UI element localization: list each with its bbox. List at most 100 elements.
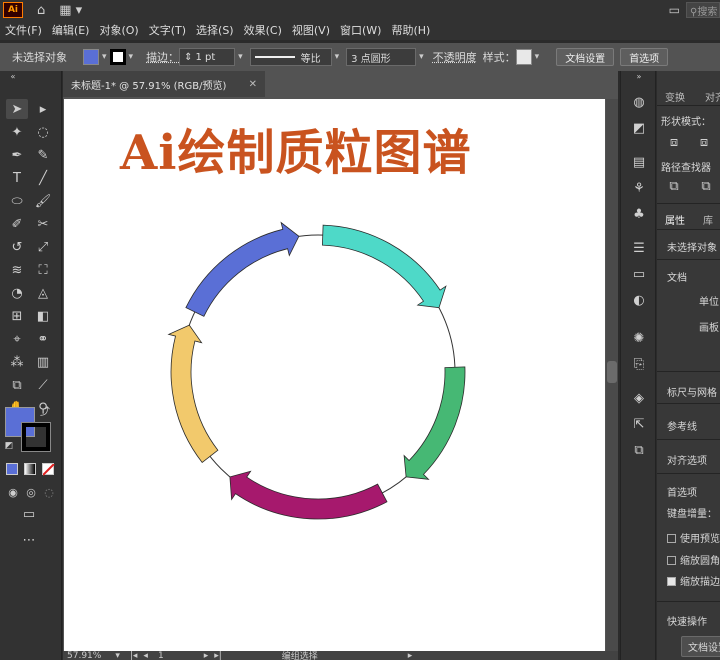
checkbox-icon[interactable] <box>667 534 676 543</box>
document-setup-button[interactable]: 文档设置 <box>556 48 615 66</box>
search-input[interactable]: ⚲搜索 <box>686 2 720 18</box>
stepper-icon[interactable]: ⇕ <box>184 52 192 63</box>
rotate-tool-icon[interactable]: ↺ <box>6 237 28 257</box>
chevron-down-icon[interactable]: ▾ <box>238 52 243 62</box>
gradient-tool-icon[interactable]: ◧ <box>32 306 54 326</box>
type-tool-icon[interactable]: T <box>6 168 28 188</box>
shaper-tool-icon[interactable]: ✐ <box>6 214 28 234</box>
prev-page-icon[interactable]: ◂ <box>143 651 148 660</box>
status-arrow-icon[interactable]: ▸ <box>408 651 413 660</box>
arrange-documents-icon[interactable]: ▭ <box>669 3 680 17</box>
menu-edit[interactable]: 编辑(E) <box>47 22 95 38</box>
minus-front-icon[interactable]: ⧈ <box>695 133 713 151</box>
free-transform-tool-icon[interactable]: ⛶ <box>32 260 54 280</box>
chevron-down-icon[interactable]: ▾ <box>535 52 540 62</box>
swap-colors-icon[interactable]: ⤴ <box>38 403 52 418</box>
stroke-weight-field[interactable]: ⇕ 1 pt <box>179 48 236 66</box>
tab-libraries[interactable]: 库 <box>703 212 713 227</box>
shape-builder-tool-icon[interactable]: ◔ <box>6 283 28 303</box>
scale-corners-checkbox[interactable]: 缩放圆角 <box>667 552 720 567</box>
asset-export-icon[interactable]: ⇱ <box>630 415 648 433</box>
menu-view[interactable]: 视图(V) <box>287 22 335 38</box>
scale-tool-icon[interactable]: ⤢ <box>32 237 54 257</box>
appearance-icon[interactable]: ◍ <box>630 93 648 111</box>
status-mode[interactable]: 编组选择 <box>282 651 318 660</box>
ellipse-tool-icon[interactable]: ⬭ <box>6 191 28 211</box>
stroke-label[interactable]: 描边： <box>146 49 179 65</box>
checkbox-icon[interactable] <box>667 556 676 565</box>
menu-select[interactable]: 选择(S) <box>191 22 239 38</box>
style-swatch[interactable] <box>515 49 532 65</box>
stroke-profile-select[interactable]: 等比 <box>249 48 332 66</box>
chevron-down-icon[interactable]: ▾ <box>115 651 120 660</box>
eyedropper-tool-icon[interactable]: ⌖ <box>6 329 28 349</box>
document-tab[interactable]: 未标题-1* @ 57.91% (RGB/预览) ✕ <box>63 71 265 97</box>
stroke-panel-icon[interactable]: ☰ <box>630 239 648 257</box>
plasmid-map[interactable] <box>64 99 605 651</box>
home-icon[interactable]: ⌂ <box>37 3 45 18</box>
stroke-color-box[interactable] <box>21 422 51 452</box>
artboard[interactable]: Ai绘制质粒图谱 <box>64 99 605 651</box>
menu-object[interactable]: 对象(O) <box>94 22 143 38</box>
slice-tool-icon[interactable]: ⟋ <box>32 375 54 395</box>
chevron-down-icon[interactable]: ▾ <box>419 52 424 62</box>
zoom-level[interactable]: 57.91% <box>67 651 101 660</box>
selection-tool-icon[interactable]: ➤ <box>6 99 28 119</box>
scrollbar-thumb[interactable] <box>607 361 617 383</box>
tab-transform[interactable]: 变换 <box>665 89 685 104</box>
default-colors-icon[interactable]: ◩ <box>2 439 16 453</box>
menu-effect[interactable]: 效果(C) <box>239 22 287 38</box>
plasmid-segment-arrow-3[interactable] <box>229 470 388 520</box>
next-page-icon[interactable]: ▸ <box>204 651 209 660</box>
vertical-scrollbar[interactable] <box>606 99 618 651</box>
symbol-sprayer-tool-icon[interactable]: ⁂ <box>6 352 28 372</box>
menu-file[interactable]: 文件(F) <box>0 22 47 38</box>
gradient-mode-button[interactable] <box>24 463 36 475</box>
checkbox-checked-icon[interactable] <box>667 577 676 586</box>
color-mode-button[interactable] <box>6 463 18 475</box>
perspective-grid-tool-icon[interactable]: ◬ <box>32 283 54 303</box>
document-info-icon[interactable]: ◩ <box>630 119 648 137</box>
plasmid-segment-arrow-5[interactable] <box>185 221 300 317</box>
brush-select[interactable]: 3 点圆形 <box>346 48 417 66</box>
use-preview-bounds-checkbox[interactable]: 使用预览边界 <box>667 530 720 545</box>
menu-help[interactable]: 帮助(H) <box>386 22 435 38</box>
fill-swatch[interactable] <box>83 49 99 65</box>
menu-type[interactable]: 文字(T) <box>144 22 191 38</box>
artboards-icon[interactable]: ⧉ <box>630 441 648 459</box>
plasmid-segment-arrow-2[interactable] <box>403 366 466 480</box>
collapse-panel-icon[interactable]: » <box>630 71 648 81</box>
plasmid-segment-arrow-4[interactable] <box>167 324 219 464</box>
curvature-tool-icon[interactable]: ✎ <box>32 145 54 165</box>
chevron-down-icon[interactable]: ▾ <box>102 52 107 62</box>
menu-window[interactable]: 窗口(W) <box>335 22 386 38</box>
blend-tool-icon[interactable]: ⚭ <box>32 329 54 349</box>
trim-icon[interactable]: ⧉ <box>697 177 715 195</box>
export-icon[interactable]: ⎘ <box>630 355 648 373</box>
tab-properties[interactable]: 属性 <box>665 212 685 227</box>
chevron-down-icon[interactable]: ▾ <box>335 52 340 62</box>
chevron-down-icon[interactable]: ▾ <box>129 52 134 62</box>
layers-icon[interactable]: ◈ <box>630 389 648 407</box>
magic-wand-tool-icon[interactable]: ✦ <box>6 122 28 142</box>
first-page-icon[interactable]: |◂ <box>130 651 138 660</box>
symbols-icon[interactable]: ♣ <box>630 205 648 223</box>
divide-icon[interactable]: ⧉ <box>665 177 683 195</box>
puppet-warp-icon[interactable]: ⚘ <box>630 179 648 197</box>
workspace-switcher-icon[interactable]: ▦ ▾ <box>59 3 82 18</box>
none-mode-button[interactable] <box>42 463 55 476</box>
column-graph-tool-icon[interactable]: ▥ <box>32 352 54 372</box>
document-setup-panel-button[interactable]: 文档设置 <box>681 636 720 657</box>
transparency-icon[interactable]: ◐ <box>630 291 648 309</box>
pen-tool-icon[interactable]: ✒ <box>6 145 28 165</box>
tab-align[interactable]: 对齐 <box>705 89 720 104</box>
screen-mode-icon[interactable]: ▭ <box>18 504 40 524</box>
mesh-tool-icon[interactable]: ⊞ <box>6 306 28 326</box>
lasso-tool-icon[interactable]: ◌ <box>32 122 54 142</box>
line-tool-icon[interactable]: ╱ <box>32 168 54 188</box>
paintbrush-tool-icon[interactable]: 🖌 <box>32 191 54 211</box>
plasmid-segment-arrow-1[interactable] <box>321 224 447 309</box>
scale-strokes-checkbox[interactable]: 缩放描边和效果 <box>667 573 720 588</box>
more-tools-icon[interactable]: ⋯ <box>18 530 40 550</box>
unite-icon[interactable]: ⧈ <box>665 133 683 151</box>
